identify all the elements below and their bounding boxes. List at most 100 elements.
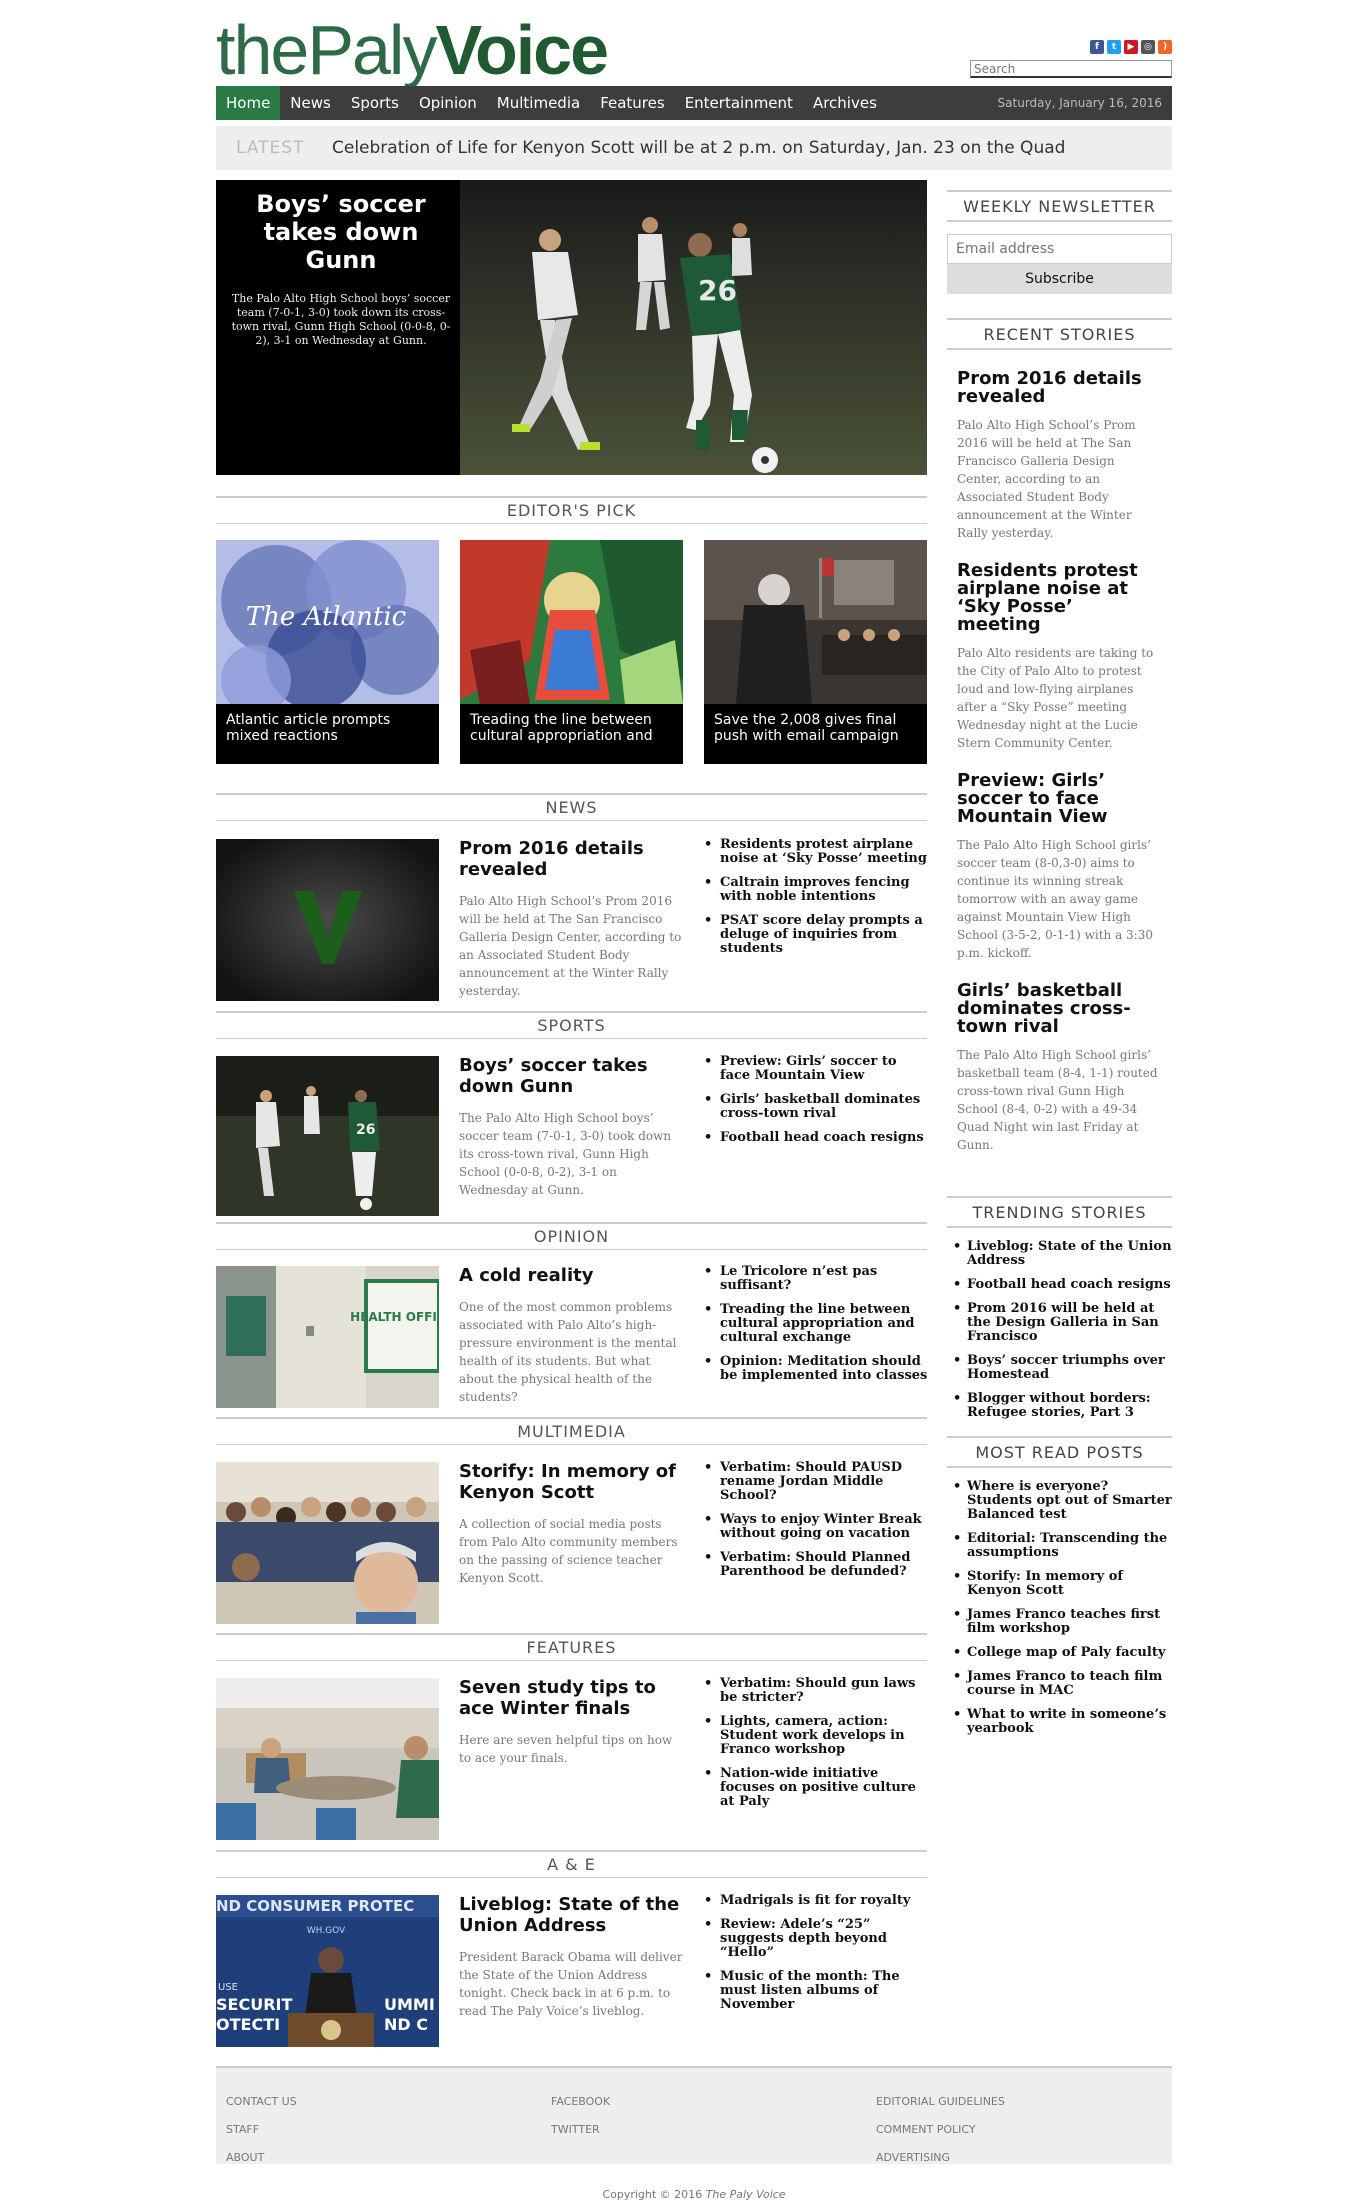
site-logo[interactable]: thePalyVoice	[216, 11, 609, 89]
news-list: Residents protest airplane noise at ‘Sky…	[704, 838, 929, 966]
multimedia-image[interactable]	[216, 1462, 439, 1624]
list-item[interactable]: Football head coach resigns	[704, 1131, 929, 1146]
list-item[interactable]: Football head coach resigns	[947, 1278, 1172, 1293]
list-item[interactable]: Caltrain improves fencing with noble int…	[704, 876, 929, 904]
list-item[interactable]: Opinion: Meditation should be implemente…	[704, 1355, 929, 1383]
most-read-heading: MOST READ POSTS	[947, 1436, 1172, 1468]
features-image[interactable]	[216, 1678, 439, 1840]
latest-label: LATEST	[236, 138, 305, 158]
features-main: Seven study tips to ace Winter finals He…	[459, 1677, 684, 1767]
ae-image[interactable]: ND CONSUMER PROTEC WH.GOV USE SECURIT OT…	[216, 1895, 439, 2047]
news-title[interactable]: Prom 2016 details revealed	[459, 838, 684, 880]
footer-link-staff[interactable]: STAFF	[226, 2116, 297, 2144]
list-item[interactable]: Boys’ soccer triumphs over Homestead	[947, 1354, 1172, 1382]
nav-news[interactable]: News	[280, 86, 341, 120]
rss-icon[interactable]: )	[1158, 40, 1172, 54]
list-item[interactable]: Treading the line between cultural appro…	[704, 1303, 929, 1345]
ae-title[interactable]: Liveblog: State of the Union Address	[459, 1894, 684, 1936]
footer-link-comment-policy[interactable]: COMMENT POLICY	[876, 2116, 1005, 2144]
featured-photo[interactable]: 26	[460, 180, 927, 475]
features-list: Verbatim: Should gun laws be stricter? L…	[704, 1677, 929, 1819]
list-item[interactable]: Blogger without borders: Refugee stories…	[947, 1392, 1172, 1420]
nav-opinion[interactable]: Opinion	[409, 86, 487, 120]
recent-summary: The Palo Alto High School girls’ basketb…	[957, 1048, 1158, 1152]
footer-col: EDITORIAL GUIDELINES COMMENT POLICY ADVE…	[876, 2088, 1005, 2172]
footer-col: FACEBOOK TWITTER	[551, 2088, 610, 2144]
nav-features[interactable]: Features	[590, 86, 675, 120]
twitter-icon[interactable]: t	[1107, 40, 1121, 54]
opinion-summary: One of the most common problems associat…	[459, 1300, 677, 1404]
nav-multimedia[interactable]: Multimedia	[487, 86, 590, 120]
editors-pick-card[interactable]: Treading the line between cultural appro…	[460, 540, 683, 764]
list-item[interactable]: Girls’ basketball dominates cross-town r…	[704, 1093, 929, 1121]
list-item[interactable]: James Franco teaches first film workshop	[947, 1608, 1172, 1636]
footer-link-contact[interactable]: CONTACT US	[226, 2088, 297, 2116]
opinion-title[interactable]: A cold reality	[459, 1265, 684, 1286]
list-item[interactable]: James Franco to teach film course in MAC	[947, 1670, 1172, 1698]
latest-ticker: LATEST Celebration of Life for Kenyon Sc…	[216, 126, 1172, 170]
list-item[interactable]: Ways to enjoy Winter Break without going…	[704, 1513, 929, 1541]
list-item[interactable]: Editorial: Transcending the assumptions	[947, 1532, 1172, 1560]
facebook-icon[interactable]: f	[1090, 40, 1104, 54]
footer-link-advertising[interactable]: ADVERTISING	[876, 2144, 1005, 2172]
trending-heading: TRENDING STORIES	[947, 1196, 1172, 1228]
logo-paly: Paly	[307, 11, 437, 89]
recent-title[interactable]: Residents protest airplane noise at ‘Sky…	[957, 562, 1162, 634]
list-item[interactable]: PSAT score delay prompts a deluge of inq…	[704, 914, 929, 956]
list-item[interactable]: College map of Paly faculty	[947, 1646, 1172, 1661]
editors-pick-card[interactable]: The Atlantic Atlantic article prompts mi…	[216, 540, 439, 764]
news-summary: Palo Alto High School’s Prom 2016 will b…	[459, 894, 682, 998]
atlantic-logo-text: The Atlantic	[246, 602, 407, 632]
list-item[interactable]: Verbatim: Should Planned Parenthood be d…	[704, 1551, 929, 1579]
sports-heading: SPORTS	[216, 1011, 927, 1039]
sports-title[interactable]: Boys’ soccer takes down Gunn	[459, 1055, 684, 1097]
list-item[interactable]: Madrigals is fit for royalty	[704, 1894, 929, 1909]
opinion-image[interactable]: HEALTH OFFICE	[216, 1266, 439, 1408]
list-item[interactable]: Prom 2016 will be held at the Design Gal…	[947, 1302, 1172, 1344]
recent-title[interactable]: Preview: Girls’ soccer to face Mountain …	[957, 772, 1162, 826]
footer-link-editorial[interactable]: EDITORIAL GUIDELINES	[876, 2088, 1005, 2116]
editors-pick-card[interactable]: Save the 2,008 gives final push with ema…	[704, 540, 927, 764]
footer-link-twitter[interactable]: TWITTER	[551, 2116, 610, 2144]
list-item[interactable]: Verbatim: Should PAUSD rename Jordan Mid…	[704, 1461, 929, 1503]
nav-home[interactable]: Home	[216, 86, 281, 120]
recent-summary: The Palo Alto High School girls’ soccer …	[957, 838, 1153, 960]
news-image[interactable]	[216, 839, 439, 1001]
subscribe-button[interactable]: Subscribe	[947, 264, 1172, 294]
list-item[interactable]: Preview: Girls’ soccer to face Mountain …	[704, 1055, 929, 1083]
list-item[interactable]: Residents protest airplane noise at ‘Sky…	[704, 838, 929, 866]
nav-archives[interactable]: Archives	[803, 86, 887, 120]
list-item[interactable]: Verbatim: Should gun laws be stricter?	[704, 1677, 929, 1705]
list-item[interactable]: Music of the month: The must listen albu…	[704, 1970, 929, 2012]
opinion-main: A cold reality One of the most common pr…	[459, 1265, 684, 1406]
list-item[interactable]: Nation-wide initiative focuses on positi…	[704, 1767, 929, 1809]
email-field[interactable]	[947, 234, 1172, 264]
ae-image-left-1: USE	[218, 1982, 238, 1993]
list-item[interactable]: Le Tricolore n’est pas suffisant?	[704, 1265, 929, 1293]
nav-sports[interactable]: Sports	[341, 86, 409, 120]
list-item[interactable]: Storify: In memory of Kenyon Scott	[947, 1570, 1172, 1598]
list-item[interactable]: Liveblog: State of the Union Address	[947, 1240, 1172, 1268]
multimedia-title[interactable]: Storify: In memory of Kenyon Scott	[459, 1461, 684, 1503]
latest-headline[interactable]: Celebration of Life for Kenyon Scott wil…	[332, 138, 1065, 158]
features-title[interactable]: Seven study tips to ace Winter finals	[459, 1677, 684, 1719]
opinion-heading: OPINION	[216, 1222, 927, 1250]
youtube-icon[interactable]: ▶	[1124, 40, 1138, 54]
featured-story[interactable]: Boys’ soccer takes down Gunn The Palo Al…	[216, 180, 927, 475]
list-item[interactable]: Where is everyone? Students opt out of S…	[947, 1480, 1172, 1522]
list-item[interactable]: Lights, camera, action: Student work dev…	[704, 1715, 929, 1757]
featured-title[interactable]: Boys’ soccer takes down Gunn	[226, 190, 456, 274]
copyright-name: The Paly Voice	[705, 2188, 786, 2201]
recent-title[interactable]: Prom 2016 details revealed	[957, 370, 1162, 406]
instagram-icon[interactable]: ◎	[1141, 40, 1155, 54]
sports-image[interactable]: 26	[216, 1056, 439, 1216]
search-input[interactable]	[970, 60, 1172, 78]
list-item[interactable]: What to write in someone’s yearbook	[947, 1708, 1172, 1736]
news-main: Prom 2016 details revealed Palo Alto Hig…	[459, 838, 684, 1000]
list-item[interactable]: Review: Adele’s “25” suggests depth beyo…	[704, 1918, 929, 1960]
footer-link-facebook[interactable]: FACEBOOK	[551, 2088, 610, 2116]
recent-title[interactable]: Girls’ basketball dominates cross-town r…	[957, 982, 1162, 1036]
multimedia-heading: MULTIMEDIA	[216, 1417, 927, 1445]
footer-link-about[interactable]: ABOUT	[226, 2144, 297, 2172]
nav-entertainment[interactable]: Entertainment	[675, 86, 803, 120]
